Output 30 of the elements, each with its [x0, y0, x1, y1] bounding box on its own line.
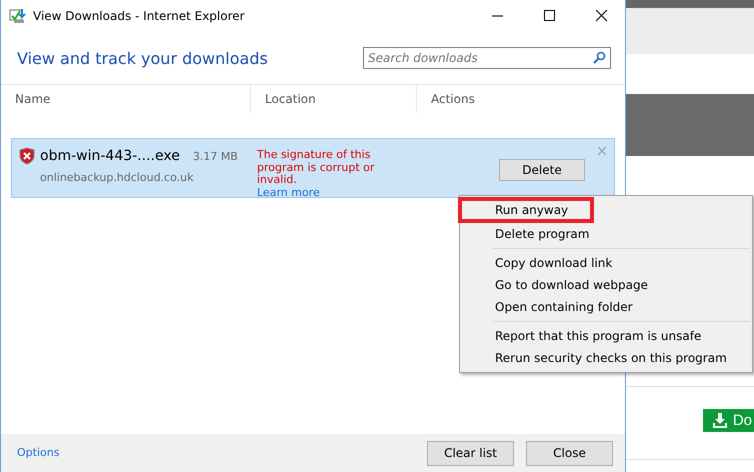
warning-text: The signature of this program is corrupt or invalid. [257, 149, 376, 186]
options-link[interactable]: Options [17, 446, 60, 460]
menu-item[interactable]: Delete program [460, 223, 752, 245]
column-header: Location [251, 85, 417, 113]
footer-button[interactable]: Clear list [427, 440, 514, 466]
menu-item[interactable]: Report that this program is unsafe [460, 325, 752, 347]
file-name: obm-win-443-....exe [40, 148, 180, 164]
search-icon[interactable] [593, 51, 606, 64]
menu-item[interactable]: Open containing folder [460, 296, 752, 318]
page-heading: View and track your downloads [17, 48, 269, 68]
download-icon [712, 412, 728, 428]
search-field[interactable]: Search downloads [363, 47, 611, 69]
source-url: onlinebackup.hdcloud.co.uk [39, 171, 194, 184]
shield-icon [19, 147, 35, 165]
learn-more-link[interactable]: Learn more [257, 186, 407, 199]
menu-item[interactable]: Run anyway [458, 197, 594, 223]
window-title: View Downloads - Internet Explorer [33, 9, 245, 23]
menu-item[interactable]: Copy download link [460, 252, 752, 274]
delete-button[interactable]: Delete [499, 159, 585, 181]
maximize-icon[interactable] [544, 10, 556, 22]
download-icon [9, 8, 27, 24]
file-size: 3.17 MB [192, 150, 238, 162]
menu-item[interactable]: Rerun security checks on this program [460, 347, 752, 369]
close-icon[interactable] [596, 10, 608, 22]
footer-button[interactable]: Close [526, 440, 613, 466]
column-header: Name [1, 85, 251, 113]
menu-item[interactable]: Go to download webpage [460, 274, 752, 296]
download-item[interactable]: obm-win-443-....exe 3.17 MB onlinebackup.hdcloud.co.uk The signature of this program is corrupt or invalid. Learn more Delete [11, 138, 615, 198]
column-header: Actions [430, 91, 475, 108]
download-button[interactable]: Do [702, 409, 754, 432]
